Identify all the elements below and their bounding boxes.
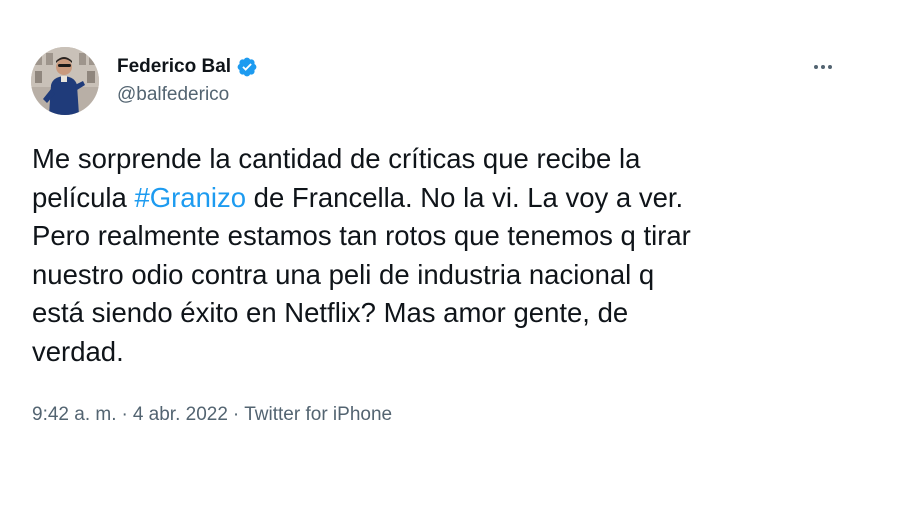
tweet-card: Federico Bal @balfederico Me sorprende l… (0, 0, 900, 505)
tweet-text-line: Me sorprende la cantidad de críticas que… (32, 143, 641, 174)
author-name-row: Federico Bal (117, 55, 258, 79)
tweet-date[interactable]: 4 abr. 2022 (133, 404, 228, 426)
separator: · (121, 404, 128, 425)
tweet-text-line: está siendo éxito en Netflix? Mas amor g… (32, 297, 629, 328)
more-dots-icon (821, 65, 825, 69)
tweet-time[interactable]: 9:42 a. m. (32, 404, 117, 426)
tweet-text-line: Pero realmente estamos tan rotos que ten… (32, 220, 691, 251)
tweet-source[interactable]: Twitter for iPhone (244, 404, 392, 426)
separator: · (232, 404, 240, 425)
more-dots-icon (828, 65, 832, 69)
author-handle[interactable]: @balfederico (117, 84, 229, 106)
tweet-text-line: verdad. (32, 335, 124, 367)
avatar[interactable] (31, 47, 99, 115)
hashtag-link[interactable]: #Granizo (134, 182, 246, 213)
tweet-text-line: película #Granizo de Francella. No la vi… (32, 181, 684, 213)
tweet-text: Me sorprende la cantidad de críticas que… (32, 140, 862, 371)
verified-badge-icon (236, 56, 258, 78)
tweet-text-line: nuestro odio contra una peli de industri… (32, 258, 655, 290)
more-options-button[interactable] (806, 55, 840, 79)
author-name[interactable]: Federico Bal (117, 56, 231, 78)
tweet-metadata: 9:42 a. m. · 4 abr. 2022 · Twitter for i… (32, 404, 392, 426)
more-dots-icon (814, 65, 818, 69)
profile-photo-icon (31, 47, 99, 115)
